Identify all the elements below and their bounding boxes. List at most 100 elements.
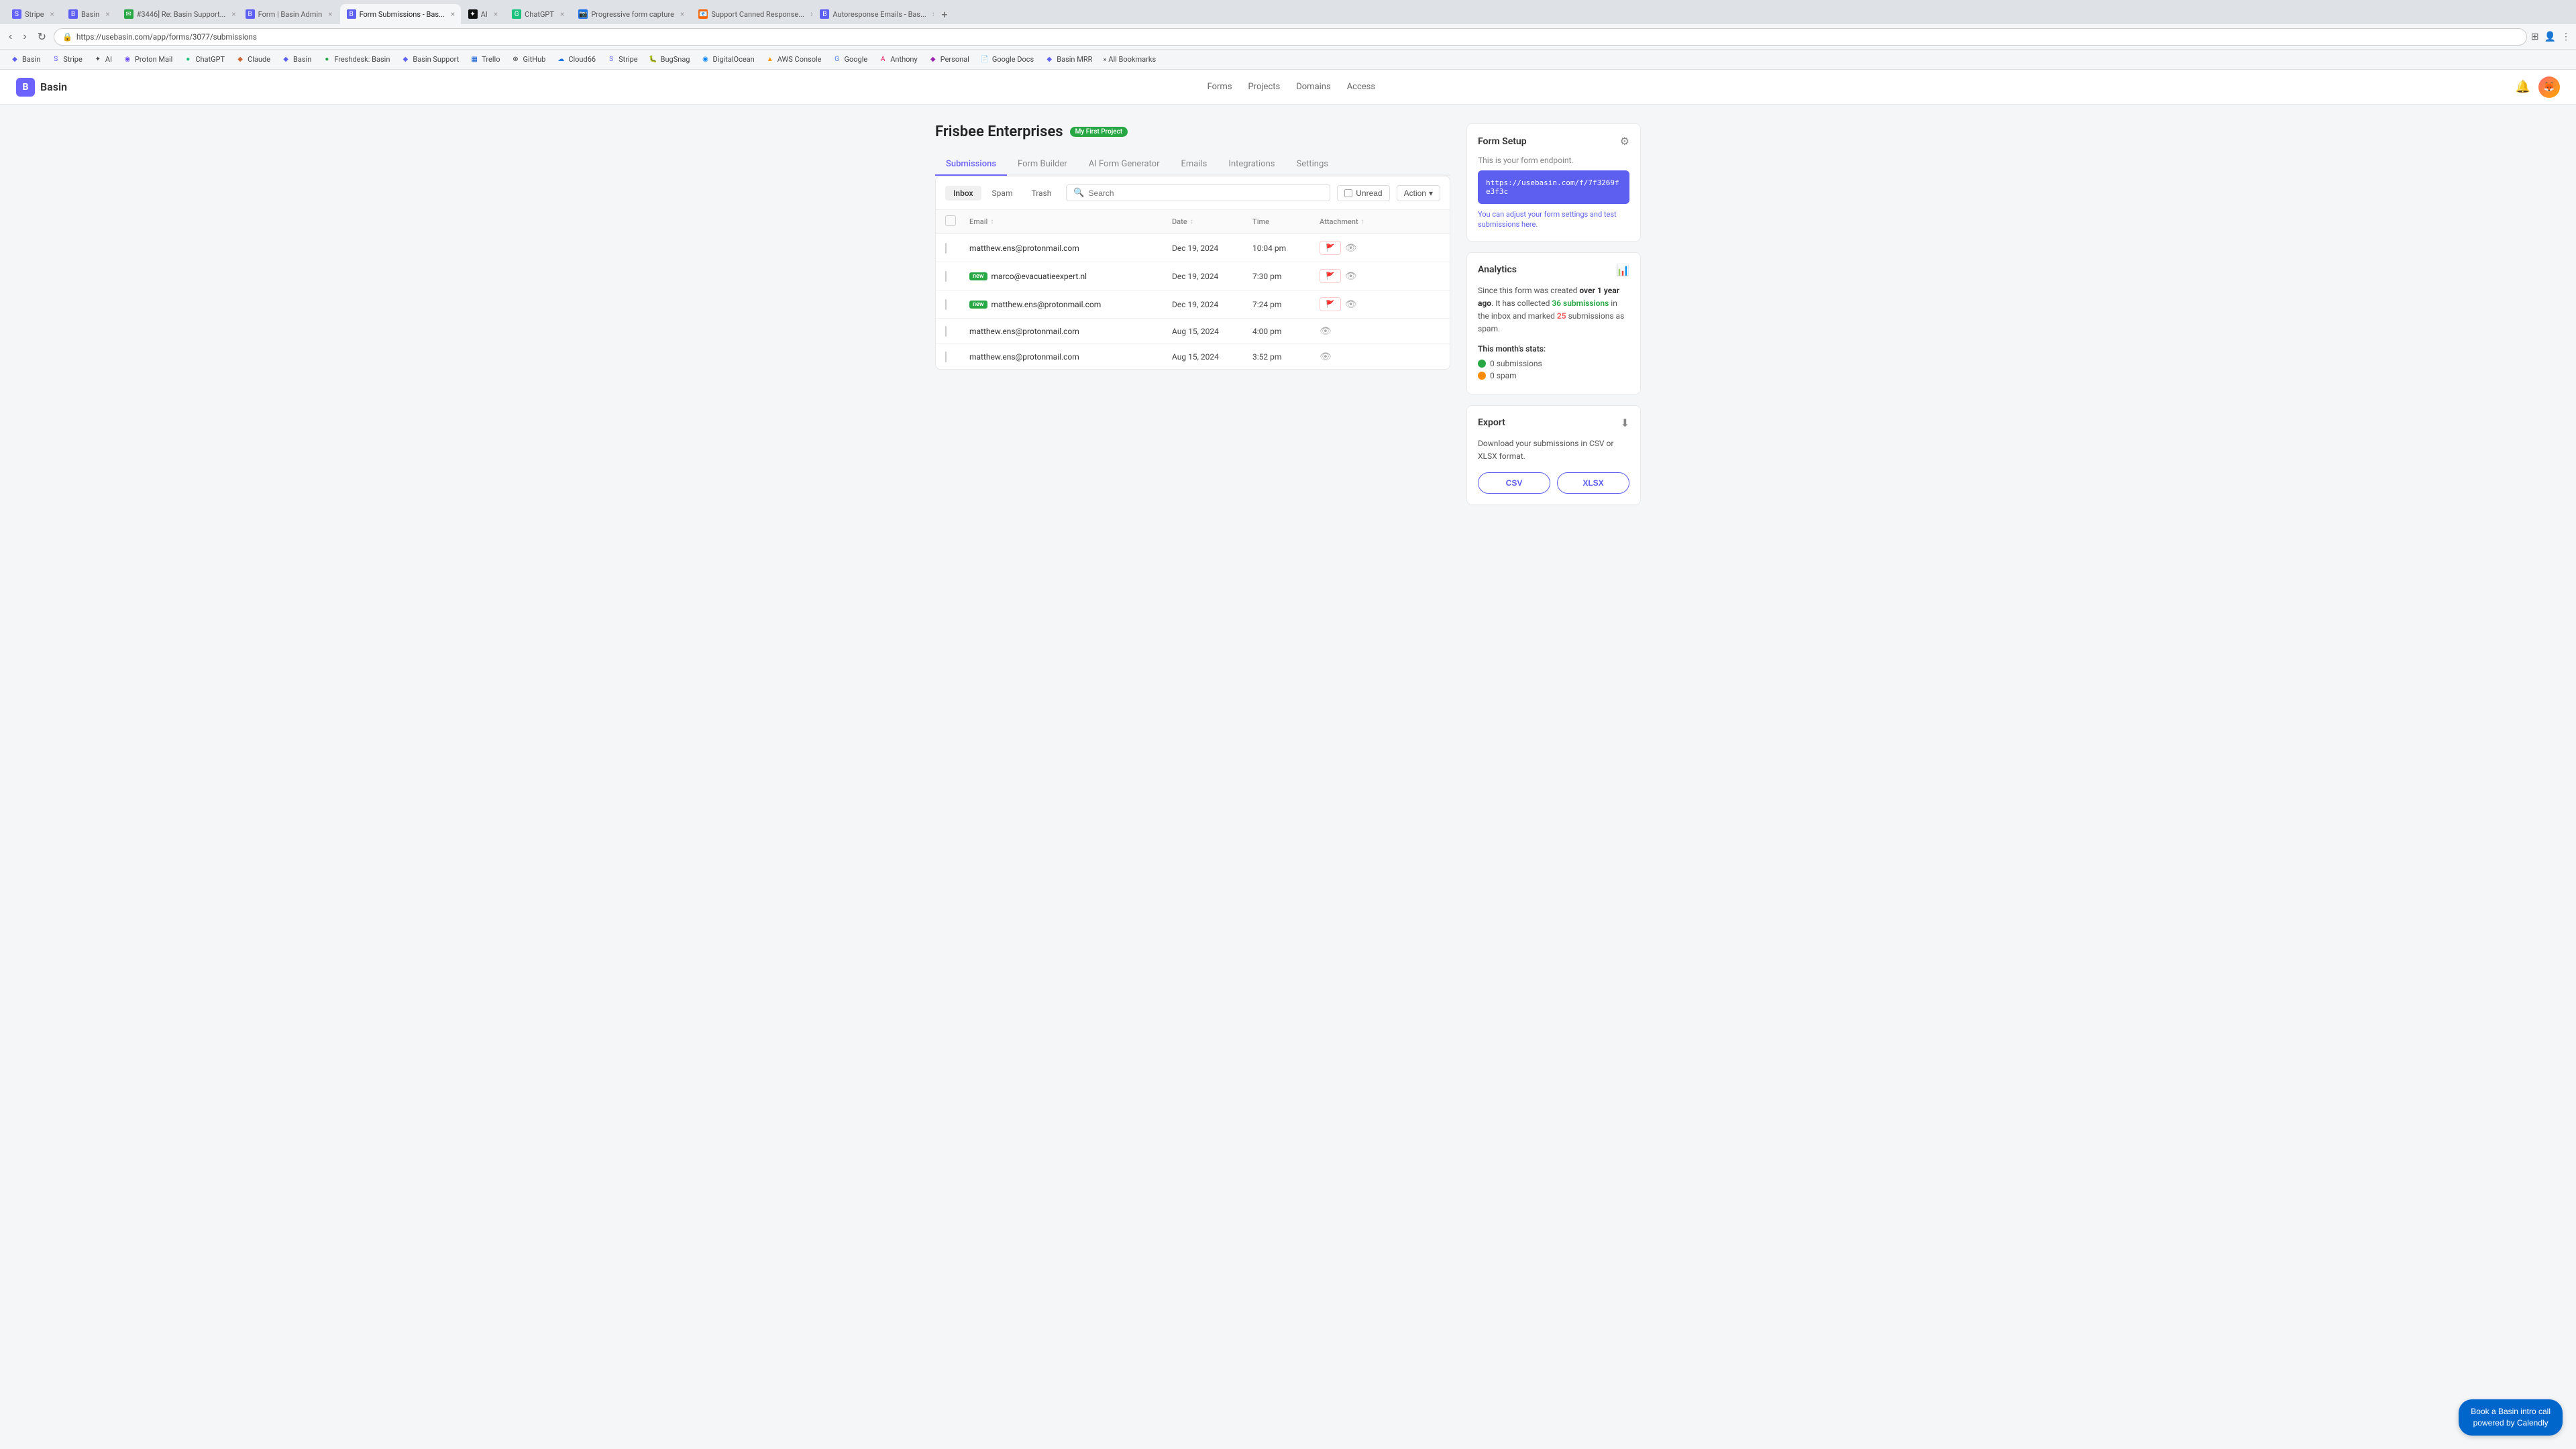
checkbox-3[interactable] xyxy=(945,299,947,310)
tab-chatgpt[interactable]: G ChatGPT × xyxy=(505,4,571,24)
bookmark-claude[interactable]: ◆ Claude xyxy=(231,54,275,66)
tab-ai[interactable]: ✦ AI × xyxy=(462,4,505,24)
calendly-button[interactable]: Book a Basin intro call powered by Calen… xyxy=(2459,1399,2563,1436)
tab-support-close[interactable]: × xyxy=(231,9,235,19)
tab-form-submissions[interactable]: B Form Submissions - Bas... × xyxy=(340,4,461,24)
tab-chatgpt-close[interactable]: × xyxy=(560,9,564,19)
row-checkbox-4[interactable] xyxy=(945,327,969,336)
bookmark-google[interactable]: G Google xyxy=(828,54,873,66)
tab-form-submissions-close[interactable]: × xyxy=(451,9,455,19)
bookmark-trello[interactable]: ▦ Trello xyxy=(465,54,504,66)
bookmark-bugsnag[interactable]: 🐛 BugSnag xyxy=(644,54,695,66)
view-button-4[interactable]: 👁 xyxy=(1320,325,1332,337)
bookmark-protonmail[interactable]: ◉ Proton Mail xyxy=(118,54,177,66)
view-button-3[interactable]: 👁 xyxy=(1345,299,1357,310)
header-attachment[interactable]: Attachment ↕ xyxy=(1320,217,1400,226)
tab-autoresponse-close[interactable]: × xyxy=(932,9,934,19)
subtab-inbox[interactable]: Inbox xyxy=(945,186,981,201)
checkbox-5[interactable] xyxy=(945,352,947,362)
spam-button-3[interactable]: 🚩 xyxy=(1320,297,1341,311)
tab-basin[interactable]: B Basin × xyxy=(62,4,117,24)
unread-button[interactable]: Unread xyxy=(1337,185,1389,201)
row-checkbox-3[interactable] xyxy=(945,300,969,309)
subtab-trash[interactable]: Trash xyxy=(1023,186,1059,201)
download-icon[interactable]: ⬇ xyxy=(1621,417,1629,429)
new-tab-button[interactable]: + xyxy=(937,8,951,21)
search-input[interactable] xyxy=(1089,189,1324,198)
tab-support[interactable]: ✉ #3446] Re: Basin Support... × xyxy=(117,4,238,24)
refresh-button[interactable]: ↻ xyxy=(34,29,50,45)
tab-basin-admin[interactable]: B Form | Basin Admin × xyxy=(239,4,339,24)
bookmark-basin-mrr[interactable]: ◆ Basin MRR xyxy=(1040,54,1097,66)
tab-settings[interactable]: Settings xyxy=(1286,154,1339,176)
bookmark-digitalocean[interactable]: ◉ DigitalOcean xyxy=(696,54,759,66)
xlsx-button[interactable]: XLSX xyxy=(1557,472,1629,494)
nav-projects[interactable]: Projects xyxy=(1248,82,1281,92)
bookmark-github[interactable]: ⊛ GitHub xyxy=(506,54,550,66)
profile-icon[interactable]: 👤 xyxy=(2544,32,2556,42)
extensions-icon[interactable]: ⊞ xyxy=(2531,32,2539,42)
checkbox-2[interactable] xyxy=(945,271,947,282)
view-button-2[interactable]: 👁 xyxy=(1345,270,1357,282)
header-date[interactable]: Date ↕ xyxy=(1172,217,1252,226)
view-button-5[interactable]: 👁 xyxy=(1320,351,1332,362)
tab-form-builder[interactable]: Form Builder xyxy=(1007,154,1078,176)
bookmark-ai[interactable]: ✦ AI xyxy=(89,54,117,66)
gear-icon[interactable]: ⚙ xyxy=(1620,135,1629,148)
bookmark-basin2[interactable]: ◆ Basin xyxy=(276,54,316,66)
bookmark-stripe2[interactable]: S Stripe xyxy=(602,54,643,66)
row-checkbox-2[interactable] xyxy=(945,272,969,281)
bookmark-basin[interactable]: ◆ Basin xyxy=(5,54,45,66)
notification-button[interactable]: 🔔 xyxy=(2516,80,2530,94)
row-checkbox-1[interactable] xyxy=(945,244,969,253)
basin-support-bookmark-label: Basin Support xyxy=(413,55,459,64)
tab-autoresponse[interactable]: B Autoresponse Emails - Bas... × xyxy=(813,4,934,24)
back-button[interactable]: ‹ xyxy=(5,30,15,44)
user-avatar[interactable]: 🦊 xyxy=(2538,76,2560,98)
select-all-checkbox[interactable] xyxy=(945,215,956,226)
bookmark-stripe[interactable]: S Stripe xyxy=(46,54,87,66)
bookmark-personal[interactable]: ◆ Personal xyxy=(924,54,974,66)
forward-button[interactable]: › xyxy=(19,30,30,44)
tab-submissions[interactable]: Submissions xyxy=(935,154,1007,176)
tab-stripe[interactable]: S Stripe × xyxy=(5,4,61,24)
bookmark-aws[interactable]: ▲ AWS Console xyxy=(761,54,826,66)
header-email[interactable]: Email ↕ xyxy=(969,217,1172,226)
tab-stripe-close[interactable]: × xyxy=(50,9,54,19)
tab-canned-close[interactable]: × xyxy=(810,9,812,19)
search-box[interactable]: 🔍 xyxy=(1066,184,1330,201)
spam-button-1[interactable]: 🚩 xyxy=(1320,241,1341,255)
tab-canned[interactable]: 📧 Support Canned Response... × xyxy=(692,4,812,24)
action-button[interactable]: Action ▾ xyxy=(1397,185,1440,201)
tab-ai-close[interactable]: × xyxy=(494,9,498,19)
nav-domains[interactable]: Domains xyxy=(1296,82,1330,92)
checkbox-1[interactable] xyxy=(945,243,947,254)
endpoint-box[interactable]: https://usebasin.com/f/7f3269fe3f3c xyxy=(1478,170,1629,204)
tab-basin-admin-close[interactable]: × xyxy=(328,9,332,19)
nav-forms[interactable]: Forms xyxy=(1208,82,1232,92)
tab-progressive-close[interactable]: × xyxy=(680,9,684,19)
row-checkbox-5[interactable] xyxy=(945,352,969,362)
address-bar[interactable]: 🔒 https://usebasin.com/app/forms/3077/su… xyxy=(54,28,2527,46)
tab-emails[interactable]: Emails xyxy=(1171,154,1218,176)
bookmark-all[interactable]: » All Bookmarks xyxy=(1098,54,1161,65)
bookmark-freshdesk[interactable]: ● Freshdesk: Basin xyxy=(317,54,394,66)
checkbox-4[interactable] xyxy=(945,326,947,337)
tab-progressive[interactable]: 📷 Progressive form capture × xyxy=(572,4,691,24)
spam-button-2[interactable]: 🚩 xyxy=(1320,269,1341,283)
tab-ai-form-generator[interactable]: AI Form Generator xyxy=(1078,154,1171,176)
bookmark-anthony[interactable]: A Anthony xyxy=(873,54,922,66)
bookmark-chatgpt[interactable]: ● ChatGPT xyxy=(178,54,229,66)
csv-button[interactable]: CSV xyxy=(1478,472,1550,494)
tab-integrations[interactable]: Integrations xyxy=(1218,154,1285,176)
bookmark-googledocs[interactable]: 📄 Google Docs xyxy=(975,54,1038,66)
header-select-all[interactable] xyxy=(945,215,969,228)
view-button-1[interactable]: 👁 xyxy=(1345,242,1357,254)
bookmark-cloud66[interactable]: ☁ Cloud66 xyxy=(551,54,600,66)
autoresponse-favicon: B xyxy=(820,9,829,19)
bookmark-basin-support[interactable]: ◆ Basin Support xyxy=(396,54,464,66)
tab-basin-close[interactable]: × xyxy=(105,9,109,19)
more-icon[interactable]: ⋮ xyxy=(2561,32,2571,42)
subtab-spam[interactable]: Spam xyxy=(984,186,1021,201)
nav-access[interactable]: Access xyxy=(1347,82,1375,92)
